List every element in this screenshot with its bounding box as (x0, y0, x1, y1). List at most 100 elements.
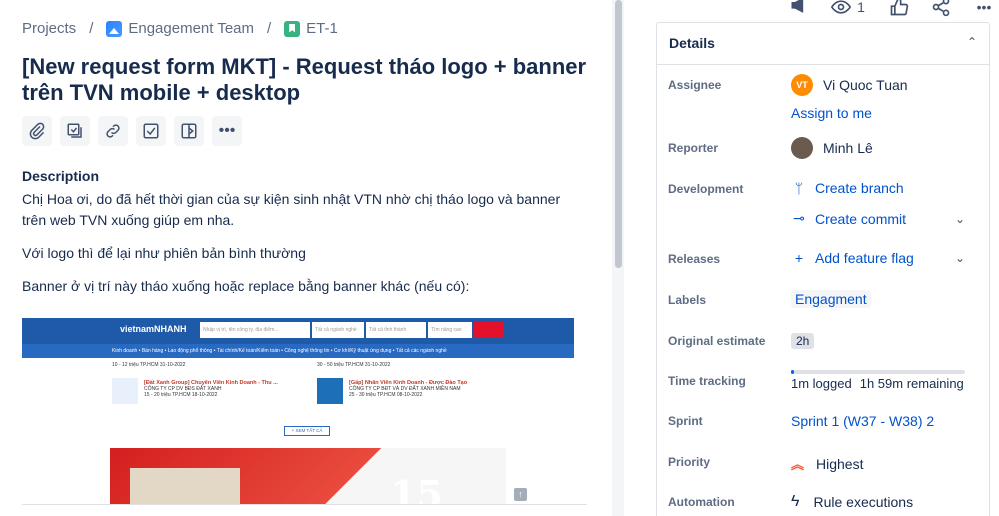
more-actions-button[interactable]: ••• (969, 0, 999, 15)
assign-to-me-link[interactable]: Assign to me (791, 105, 872, 121)
label-tag[interactable]: Engagment (791, 290, 871, 308)
branch-icon: ᛘ (794, 180, 804, 196)
link-page-button[interactable] (174, 116, 204, 146)
breadcrumb: Projects / Engagement Team / ET-1 (22, 20, 338, 37)
embedded-advanced-select: Tìm nâng cao (428, 322, 472, 338)
automation-field[interactable]: ϟ Rule executions (791, 493, 913, 511)
embedded-search-icon (474, 322, 504, 338)
original-estimate-value[interactable]: 2h (791, 333, 815, 349)
chevron-up-icon[interactable]: ⌃ (967, 35, 977, 49)
watch-button[interactable]: 1 (827, 0, 869, 15)
embedded-anniversary-banner: 15 (110, 448, 506, 504)
attachment-icon (29, 122, 45, 140)
watch-count: 1 (857, 0, 865, 15)
issue-toolbar: ••• (22, 116, 242, 146)
thumbs-up-icon (890, 0, 909, 16)
commit-icon: ⊸ (793, 210, 805, 226)
chevron-down-icon[interactable]: ⌄ (955, 251, 965, 265)
issue-title[interactable]: [New request form MKT] - Request tháo lo… (22, 54, 602, 106)
share-icon (932, 0, 950, 17)
embedded-banner-number: 15 (390, 472, 443, 504)
breadcrumb-projects-link[interactable]: Projects (22, 20, 76, 37)
create-commit-button[interactable]: ⊸ Create commit ⌄ (791, 210, 965, 227)
time-logged: 1m logged (791, 376, 852, 391)
releases-label: Releases (668, 252, 721, 266)
priority-field[interactable]: ︽ Highest (791, 454, 863, 473)
more-actions-button[interactable]: ••• (212, 116, 242, 146)
add-feature-flag-button[interactable]: + Add feature flag ⌄ (791, 250, 965, 266)
time-tracking-fill (791, 370, 795, 374)
reporter-name: Minh Lê (823, 140, 873, 156)
embedded-search-field: Nhập vị trí, tên công ty, địa điểm... (200, 322, 310, 338)
add-checklist-button[interactable] (136, 116, 166, 146)
embedded-screenshot[interactable]: vietnamNHANH Nhập vị trí, tên công ty, đ… (22, 318, 574, 504)
embedded-company-logo (317, 378, 343, 404)
child-issue-icon (67, 123, 82, 138)
priority-label: Priority (668, 455, 711, 469)
add-child-issue-button[interactable] (60, 116, 90, 146)
labels-label: Labels (668, 293, 707, 307)
attach-button[interactable] (22, 116, 52, 146)
embedded-banner-photo (130, 468, 240, 504)
embedded-job-item: [Gấp] Nhân Viên Kinh Doanh - Được Đào Tạ… (349, 380, 519, 416)
time-tracking-values[interactable]: 1m logged 1h 59m remaining (791, 376, 964, 391)
lightning-icon: ϟ (791, 493, 800, 510)
issue-main-pane: Projects / Engagement Team / ET-1 [New r… (0, 0, 612, 516)
avatar (791, 137, 813, 159)
sprint-link[interactable]: Sprint 1 (W37 - W38) 2 (791, 413, 934, 429)
link-icon (106, 124, 120, 138)
scrollbar-thumb[interactable] (615, 0, 622, 268)
embedded-job-meta: 25 - 30 triệu TP.HCM 08-10-2022 (349, 392, 423, 398)
create-commit-label: Create commit (815, 210, 907, 227)
breadcrumb-separator: / (89, 20, 94, 37)
time-tracking-label: Time tracking (668, 374, 746, 388)
embedded-job-meta: 10 - 12 triệu TP.HCM 31-10-2022 (112, 362, 186, 368)
eye-icon (831, 0, 852, 14)
automation-value: Rule executions (813, 494, 914, 510)
embedded-company-logo (112, 378, 138, 404)
embedded-site-logo: vietnamNHANH (120, 324, 187, 334)
details-panel: Details ⌃ (656, 22, 990, 516)
reporter-label: Reporter (668, 141, 719, 155)
breadcrumb-separator: / (267, 20, 272, 37)
breadcrumb-issue-key-link[interactable]: ET-1 (306, 20, 338, 37)
breadcrumb-project-link[interactable]: Engagement Team (128, 20, 254, 37)
image-options-icon[interactable]: ↑ (514, 488, 527, 501)
embedded-site-nav: Kinh doanh • Bán hàng • Lao động phổ thô… (22, 344, 574, 358)
sprint-label: Sprint (668, 414, 703, 428)
vote-button[interactable] (885, 0, 913, 16)
description-paragraph[interactable]: Chị Hoa ơi, do đã hết thời gian của sự k… (22, 189, 582, 231)
plus-icon: + (794, 250, 804, 266)
priority-highest-icon: ︽ (791, 457, 805, 472)
description-paragraph[interactable]: Với logo thì để lại như phiên bản bình t… (22, 243, 582, 264)
avatar: VT (791, 74, 813, 96)
chevron-down-icon[interactable]: ⌄ (955, 212, 965, 226)
story-type-icon[interactable] (284, 20, 301, 37)
original-estimate-label: Original estimate (668, 334, 766, 348)
embedded-job-meta: 15 - 20 triệu TP.HCM 18-10-2022 (144, 392, 218, 398)
embedded-industry-select: Tất cả ngành nghề (312, 322, 364, 338)
megaphone-icon (791, 0, 804, 13)
issue-side-pane: 1 ••• Details ⌃ Assignee VT Vi Quoc Tuan… (624, 0, 999, 516)
add-feature-flag-label: Add feature flag (815, 250, 914, 266)
checklist-icon (143, 123, 159, 139)
more-icon: ••• (218, 122, 236, 139)
create-branch-label: Create branch (815, 180, 904, 196)
embedded-job-item: [Đất Xanh Group] Chuyên Viên Kinh Doanh … (144, 380, 314, 416)
share-button[interactable] (927, 0, 955, 17)
time-tracking-bar[interactable] (791, 370, 965, 374)
description-paragraph[interactable]: Banner ở vị trí này tháo xuống hoặc repl… (22, 276, 582, 297)
priority-value: Highest (816, 455, 864, 472)
create-branch-button[interactable]: ᛘ Create branch (791, 180, 904, 196)
link-issue-button[interactable] (98, 116, 128, 146)
issue-top-actions: 1 ••• (785, 0, 999, 17)
details-header[interactable]: Details ⌃ (657, 23, 989, 65)
embedded-location-select: Tất cả tỉnh thành (366, 322, 426, 338)
page-icon (181, 123, 197, 139)
reporter-field[interactable]: Minh Lê (791, 137, 873, 159)
assignee-field[interactable]: VT Vi Quoc Tuan (791, 74, 908, 96)
feedback-button[interactable] (785, 0, 813, 14)
description-heading: Description (22, 168, 100, 184)
more-icon: ••• (976, 0, 992, 15)
assignee-name: Vi Quoc Tuan (823, 77, 908, 93)
